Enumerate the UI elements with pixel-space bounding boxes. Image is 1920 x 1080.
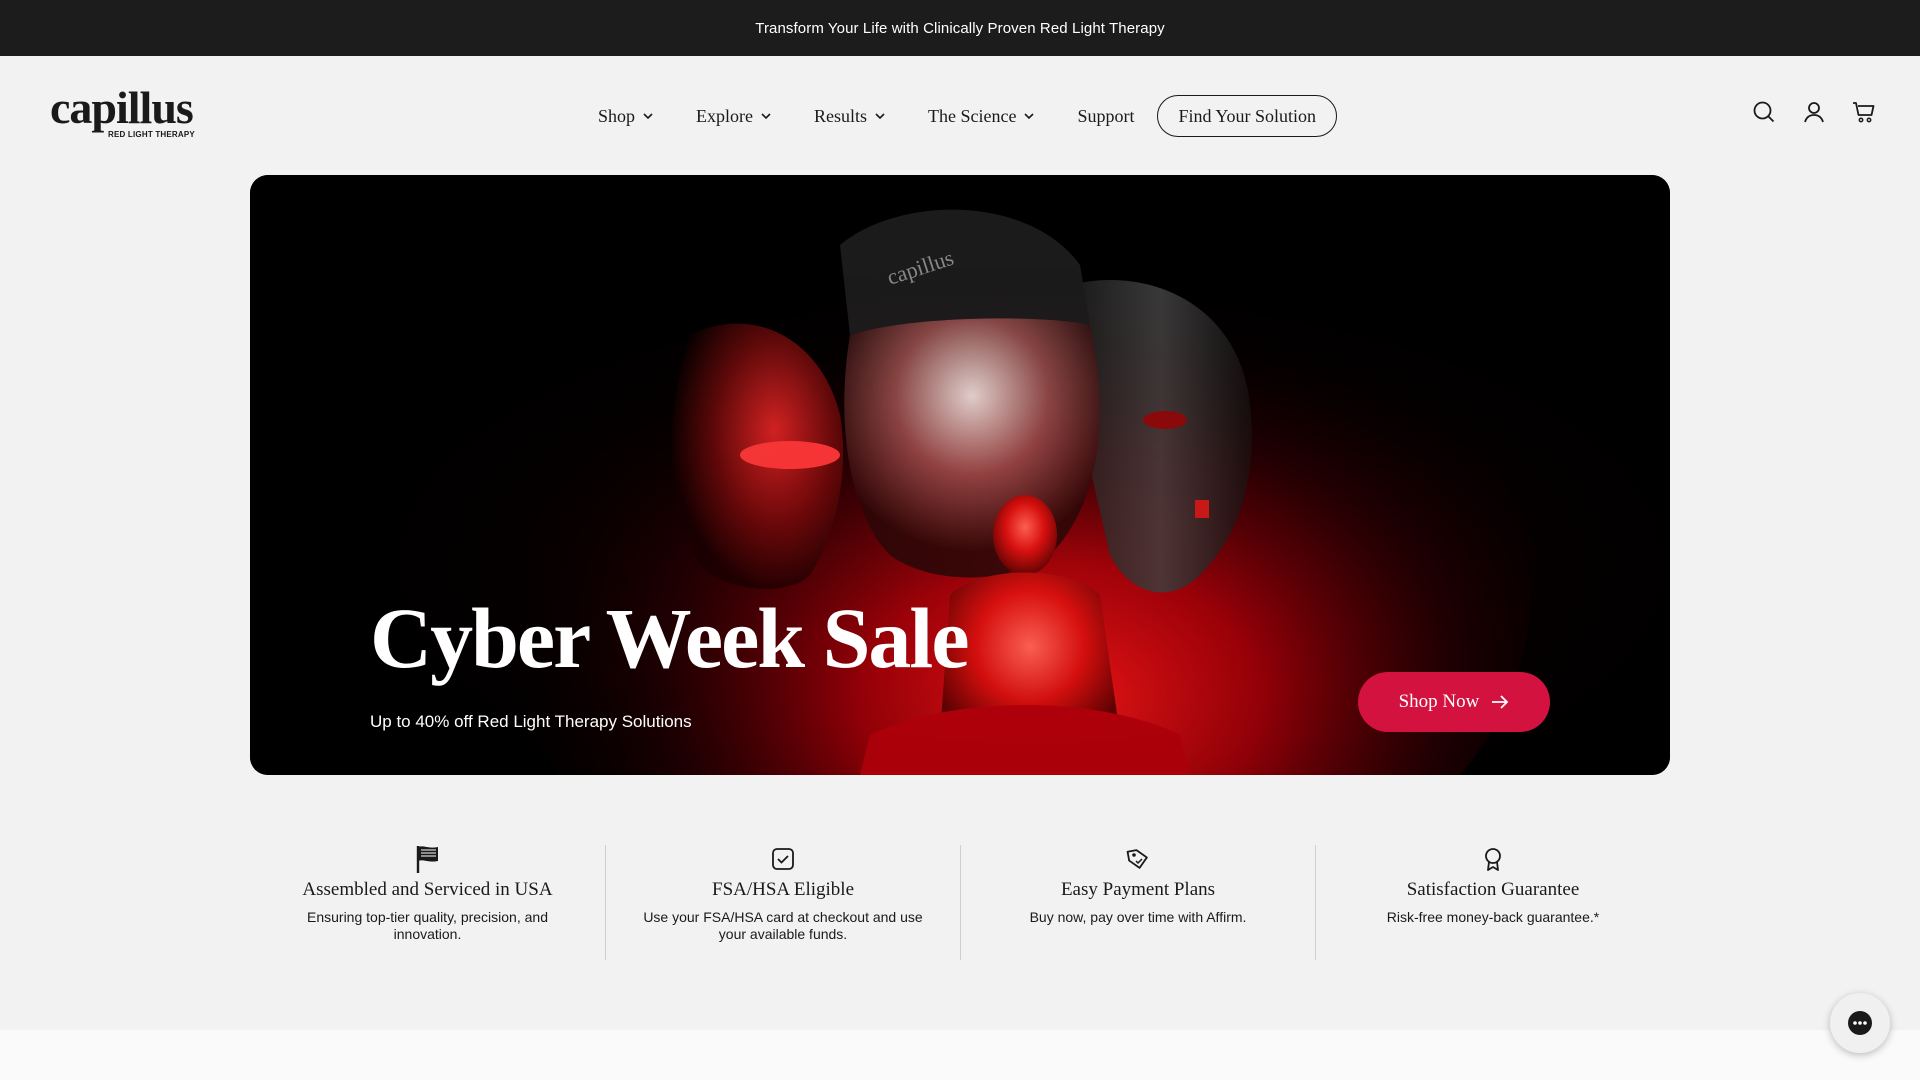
account-icon[interactable]	[1802, 100, 1826, 124]
feature-usa: Assembled and Serviced in USA Ensuring t…	[250, 845, 605, 960]
find-your-solution-button[interactable]: Find Your Solution	[1157, 95, 1338, 137]
award-ribbon-icon	[1479, 845, 1507, 873]
feature-title: Assembled and Serviced in USA	[302, 879, 553, 900]
arrow-right-icon	[1492, 695, 1509, 709]
announcement-text: Transform Your Life with Clinically Prov…	[755, 19, 1165, 37]
site-header: capillus RED LIGHT THERAPY Shop Explore …	[0, 56, 1920, 176]
feature-guarantee: Satisfaction Guarantee Risk-free money-b…	[1315, 845, 1670, 960]
hero-title: Cyber Week Sale	[370, 590, 969, 686]
logo-wordmark: capillus	[50, 82, 194, 133]
cart-icon[interactable]	[1852, 100, 1876, 124]
feature-desc: Risk-free money-back guarantee.*	[1386, 909, 1600, 925]
feature-payment-plans: Easy Payment Plans Buy now, pay over tim…	[960, 845, 1315, 960]
announcement-bar: Transform Your Life with Clinically Prov…	[0, 0, 1920, 56]
main-nav: Shop Explore Results The Science Support…	[598, 95, 1338, 137]
shop-now-label: Shop Now	[1398, 691, 1480, 712]
feature-desc: Buy now, pay over time with Affirm.	[1029, 909, 1247, 925]
feature-fsa-hsa: FSA/HSA Eligible Use your FSA/HSA card a…	[605, 845, 960, 960]
chevron-down-icon	[643, 113, 653, 120]
shop-now-button[interactable]: Shop Now	[1358, 672, 1550, 732]
nav-label: Shop	[598, 105, 636, 126]
nav-label: The Science	[928, 105, 1017, 126]
nav-explore[interactable]: Explore	[696, 106, 773, 127]
check-badge-icon	[769, 845, 797, 873]
price-tag-icon	[1124, 845, 1152, 873]
chevron-down-icon	[1024, 113, 1035, 120]
feature-title: Easy Payment Plans	[1060, 879, 1216, 900]
hero-banner: capillus Cyber Week Sale Up to 40% off R…	[250, 175, 1670, 775]
brand-logo[interactable]: capillus RED LIGHT THERAPY	[50, 82, 200, 146]
feature-desc: Use your FSA/HSA card at checkout and us…	[643, 909, 923, 942]
logo-tagline: RED LIGHT THERAPY	[108, 130, 195, 139]
next-section-band	[0, 1030, 1920, 1080]
nav-shop[interactable]: Shop	[598, 106, 655, 127]
chevron-down-icon	[875, 113, 885, 120]
hero-subtitle: Up to 40% off Red Light Therapy Solution…	[370, 712, 692, 731]
feature-desc: Ensuring top-tier quality, precision, an…	[307, 909, 548, 942]
feature-title: FSA/HSA Eligible	[712, 879, 854, 900]
nav-the-science[interactable]: The Science	[928, 106, 1036, 127]
header-icons	[1752, 100, 1876, 124]
nav-results[interactable]: Results	[814, 106, 887, 127]
flag-icon	[414, 845, 442, 873]
features-strip: Assembled and Serviced in USA Ensuring t…	[250, 845, 1670, 960]
nav-label: Explore	[696, 105, 753, 126]
chevron-down-icon	[761, 113, 771, 120]
chat-bubble-icon	[1848, 1011, 1872, 1035]
nav-support[interactable]: Support	[1077, 106, 1134, 127]
nav-label: Support	[1077, 105, 1135, 126]
search-icon[interactable]	[1752, 100, 1776, 124]
feature-title: Satisfaction Guarantee	[1406, 879, 1580, 900]
chat-launcher-button[interactable]	[1830, 993, 1890, 1053]
nav-label: Results	[814, 105, 868, 126]
